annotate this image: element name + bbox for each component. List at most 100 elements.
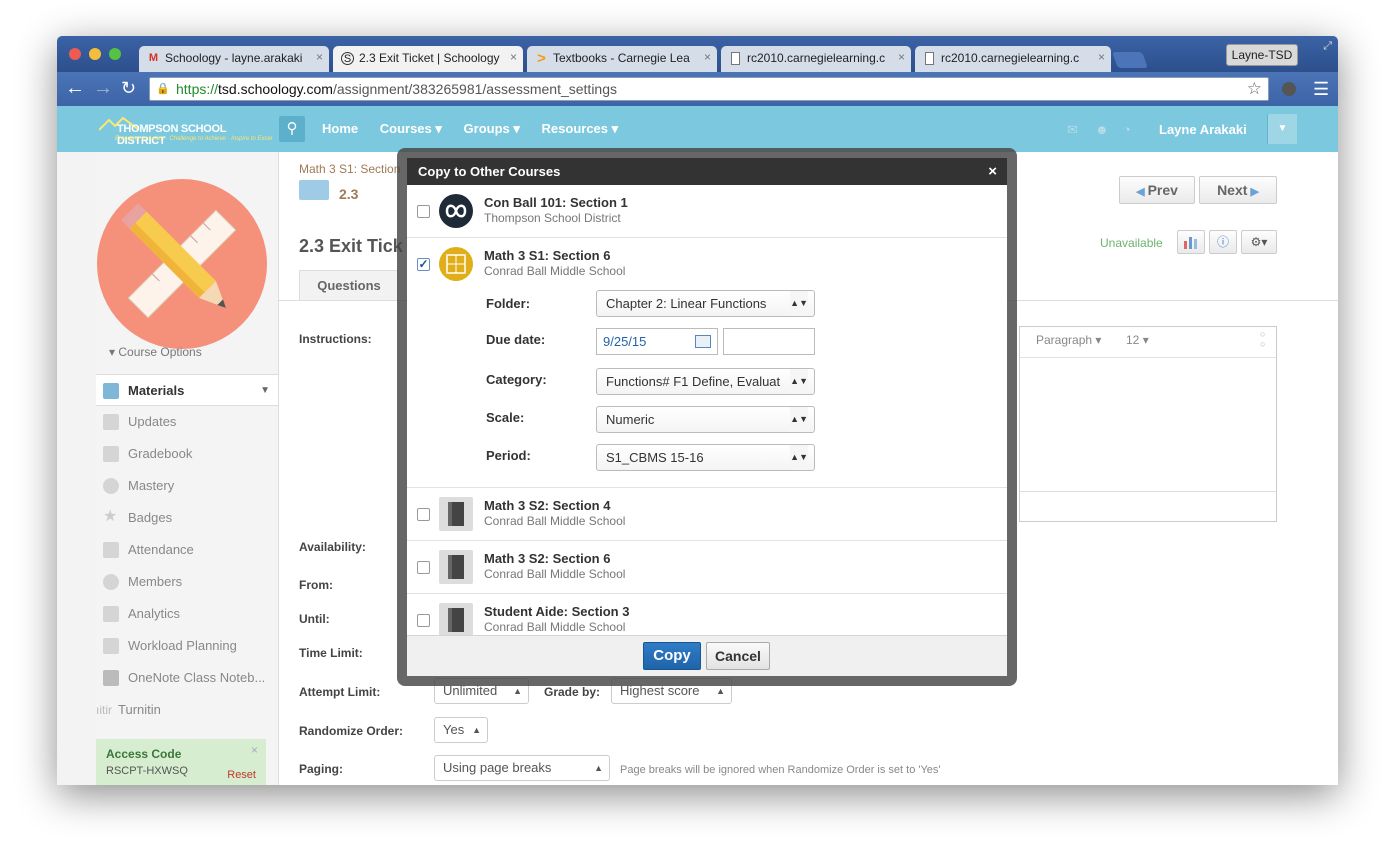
tab-close-icon[interactable]: × (704, 50, 711, 64)
sidebar-item-attendance[interactable]: Attendance (96, 534, 278, 566)
course-list[interactable]: Con Ball 101: Section 1 Thompson School … (407, 185, 1007, 635)
tab-close-icon[interactable]: × (510, 50, 517, 64)
browser-tab-gmail[interactable]: M Schoology - layne.arakaki × (139, 46, 329, 72)
search-icon[interactable]: ⚲ (279, 116, 305, 142)
tab-close-icon[interactable]: × (1098, 50, 1105, 64)
browser-tab-rc2010-2[interactable]: rc2010.carnegielearning.c × (915, 46, 1111, 72)
sidebar-item-updates[interactable]: Updates (96, 406, 278, 438)
tab-close-icon[interactable]: × (898, 50, 905, 64)
course-picture[interactable] (97, 179, 267, 349)
book-icon (439, 497, 473, 531)
copy-to-courses-dialog: Copy to Other Courses × Con Ball 101: Se… (407, 158, 1007, 676)
format-dropdown[interactable]: Paragraph ▾ (1036, 333, 1101, 347)
fullscreen-icon[interactable]: ⤢ (1323, 40, 1332, 53)
course-checkbox[interactable] (417, 205, 430, 218)
minimize-window-button[interactable] (89, 48, 101, 60)
address-bar[interactable]: 🔒 https://tsd.schoology.com/assignment/3… (149, 77, 1269, 101)
course-options-link[interactable]: ▾ Course Options (109, 345, 202, 359)
district-logo[interactable]: THOMPSON SCHOOL DISTRICT Empower to Lear… (99, 116, 272, 147)
more-options-icon[interactable]: ○ ○ (1260, 329, 1265, 349)
course-checkbox[interactable] (417, 508, 430, 521)
sidebar-item-mastery[interactable]: Mastery (96, 470, 278, 502)
notifications-icon[interactable]: ◔ (1123, 122, 1131, 137)
editor-text-area[interactable] (1020, 358, 1276, 492)
scale-select[interactable]: Numeric ▲▼ (596, 406, 815, 433)
chevron-down-icon[interactable]: ▼ (260, 375, 270, 405)
close-icon[interactable]: × (251, 743, 258, 757)
top-nav: Home Courses ▾ Groups ▾ Resources ▾ (322, 121, 636, 137)
nav-groups[interactable]: Groups ▾ (464, 121, 520, 136)
due-time-input[interactable] (723, 328, 815, 355)
nav-home[interactable]: Home (322, 121, 358, 136)
schoology-icon: S (341, 52, 354, 65)
reset-access-code-link[interactable]: Reset (227, 769, 256, 781)
due-date-input[interactable]: 9/25/15 (596, 328, 718, 355)
mail-icon[interactable]: ✉ (1067, 122, 1078, 138)
course-sidebar-nav: Materials ▼ Updates Gradebook Mastery ★ B… (96, 374, 278, 726)
user-name[interactable]: Layne Arakaki (1159, 122, 1247, 137)
select-arrows-icon: ▲▼ (790, 291, 808, 316)
zoom-window-button[interactable] (109, 48, 121, 60)
reload-icon[interactable]: ↻ (121, 78, 136, 98)
requests-icon[interactable]: ☻ (1095, 122, 1109, 137)
sidebar-item-turnitin[interactable]: ıitir Turnitin (96, 694, 278, 726)
profile-button[interactable]: Layne-TSD (1226, 44, 1298, 66)
folder-link[interactable]: 2.3 (339, 186, 358, 202)
browser-tab-textbooks[interactable]: > Textbooks - Carnegie Lea × (527, 46, 717, 72)
gear-icon[interactable]: ⚙▾ (1241, 230, 1277, 254)
next-button[interactable]: Next ▶ (1199, 176, 1277, 204)
breadcrumb[interactable]: Math 3 S1: Section (299, 162, 400, 176)
bar-chart-glyph (1184, 237, 1197, 249)
turnitin-icon: ıitir (96, 703, 112, 717)
sidebar-item-gradebook[interactable]: Gradebook (96, 438, 278, 470)
forward-arrow-icon[interactable]: → (93, 78, 113, 98)
sidebar-item-materials[interactable]: Materials ▼ (96, 374, 278, 406)
close-window-button[interactable] (69, 48, 81, 60)
sidebar-item-members[interactable]: Members (96, 566, 278, 598)
browser-tab-exit-ticket[interactable]: S 2.3 Exit Ticket | Schoology × (333, 46, 523, 72)
sidebar-item-badges[interactable]: ★ Badges (96, 502, 278, 534)
tab-close-icon[interactable]: × (316, 50, 323, 64)
book-icon (439, 603, 473, 635)
select-arrows-icon: ▲ (594, 763, 603, 773)
browser-tab-rc2010-1[interactable]: rc2010.carnegielearning.c × (721, 46, 911, 72)
period-select[interactable]: S1_CBMS 15-16 ▲▼ (596, 444, 815, 471)
back-arrow-icon[interactable]: ← (65, 78, 85, 98)
sidebar-item-workload-planning[interactable]: Workload Planning (96, 630, 278, 662)
calculator-icon (439, 247, 473, 281)
font-size-dropdown[interactable]: 12 ▾ (1126, 333, 1149, 347)
nav-courses[interactable]: Courses ▾ (380, 121, 442, 136)
course-checkbox[interactable] (417, 561, 430, 574)
ruler-pencil-icon (121, 203, 237, 319)
dialog-header: Copy to Other Courses × (407, 158, 1007, 185)
bookmark-star-icon[interactable]: ☆ (1247, 78, 1262, 100)
gmail-icon: M (148, 52, 159, 64)
extension-icon[interactable] (1282, 82, 1296, 96)
course-checkbox[interactable] (417, 614, 430, 627)
sidebar-item-analytics[interactable]: Analytics (96, 598, 278, 630)
folder-icon (299, 180, 329, 200)
category-select[interactable]: Functions# F1 Define, Evaluat ▲▼ (596, 368, 815, 395)
user-menu-chevron-icon[interactable]: ▼ (1267, 114, 1297, 144)
updates-icon (103, 414, 119, 430)
nav-resources[interactable]: Resources ▾ (542, 121, 619, 136)
gradebook-icon (103, 446, 119, 462)
paging-select[interactable]: Using page breaks ▲ (434, 755, 610, 781)
cancel-button[interactable]: Cancel (706, 642, 770, 670)
chrome-menu-icon[interactable]: ☰ (1313, 80, 1329, 98)
sidebar-item-onenote[interactable]: OneNote Class Noteb... (96, 662, 278, 694)
folder-select[interactable]: Chapter 2: Linear Functions ▲▼ (596, 290, 815, 317)
course-checkbox[interactable]: ✓ (417, 258, 430, 271)
copy-button[interactable]: Copy (643, 642, 701, 670)
info-icon[interactable]: ⓘ (1209, 230, 1237, 254)
instructions-editor[interactable]: Paragraph ▾ 12 ▾ ○ ○ (1019, 326, 1277, 522)
chart-icon[interactable] (1177, 230, 1205, 254)
close-icon[interactable]: × (988, 158, 997, 185)
calendar-icon[interactable] (695, 335, 711, 348)
select-arrows-icon: ▲▼ (790, 445, 808, 470)
new-tab-button[interactable] (1112, 52, 1148, 68)
prev-button[interactable]: ◀ Prev (1119, 176, 1195, 204)
infinity-glyph (445, 204, 467, 218)
tab-questions[interactable]: Questions (299, 270, 399, 300)
randomize-order-select[interactable]: Yes ▲ (434, 717, 488, 743)
